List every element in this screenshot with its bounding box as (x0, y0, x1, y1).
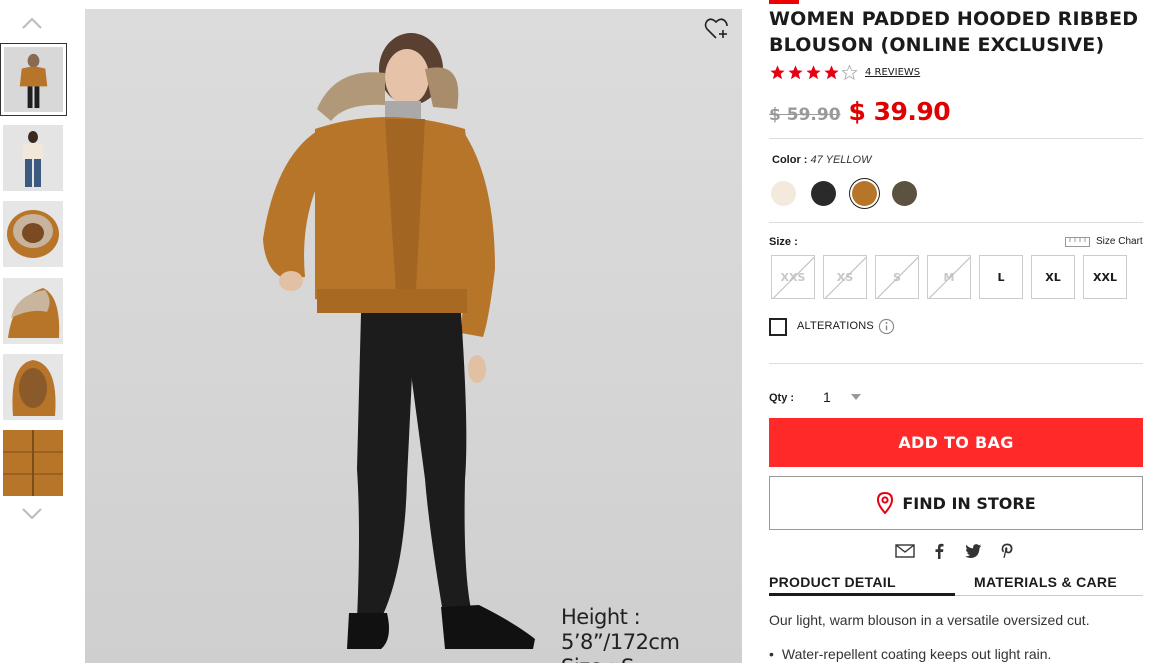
original-price: $ 59.90 (769, 105, 841, 125)
thumbnail-6[interactable] (3, 430, 63, 496)
product-tabs: PRODUCT DETAIL MATERIALS & CARE (769, 574, 1143, 596)
chevron-down-icon[interactable] (20, 503, 44, 523)
model-size-caption: Height : 5’8”/172cm Size : S (561, 605, 742, 663)
sale-tag-strip (769, 0, 799, 4)
model-height-text: Height : 5’8”/172cm (561, 605, 680, 654)
price-row: $ 59.90 $ 39.90 (769, 97, 951, 126)
product-main-image: Height : 5’8”/172cm Size : S (85, 9, 742, 663)
product-rating: 4 REVIEWS (769, 64, 920, 81)
add-to-bag-button[interactable]: ADD TO BAG (769, 418, 1143, 467)
divider (769, 138, 1143, 139)
email-share-icon[interactable] (894, 541, 916, 561)
star-filled-icon (806, 65, 821, 80)
pinterest-share-icon[interactable] (996, 541, 1018, 561)
size-chart-link[interactable]: Size Chart (1065, 236, 1143, 247)
twitter-share-icon[interactable] (962, 541, 984, 561)
chevron-up-icon[interactable] (20, 14, 44, 34)
thumbnail-1[interactable] (0, 43, 67, 116)
caret-down-icon (851, 394, 861, 400)
size-option-s[interactable]: S (875, 255, 919, 299)
find-in-store-label: FIND IN STORE (902, 493, 1036, 513)
divider (769, 222, 1143, 223)
color-swatch-cream[interactable] (771, 181, 796, 206)
size-option-xs[interactable]: XS (823, 255, 867, 299)
info-icon[interactable] (878, 318, 895, 335)
alterations-checkbox[interactable] (769, 318, 787, 336)
color-swatch-black[interactable] (811, 181, 836, 206)
selected-color-name: 47 YELLOW (810, 154, 872, 166)
ruler-icon (1065, 236, 1090, 247)
star-filled-icon (788, 65, 803, 80)
wishlist-heart-icon[interactable] (704, 17, 730, 41)
alterations-label: ALTERATIONS (797, 320, 874, 332)
tab-materials-care[interactable]: MATERIALS & CARE (974, 574, 1117, 593)
thumbnail-4[interactable] (3, 278, 63, 344)
quantity-value: 1 (823, 389, 831, 405)
thumbnail-3[interactable] (3, 201, 63, 267)
sale-price: $ 39.90 (848, 97, 951, 126)
facebook-share-icon[interactable] (928, 541, 950, 561)
size-chart-label: Size Chart (1096, 236, 1143, 247)
color-swatch-yellow[interactable] (852, 181, 877, 206)
model-illustration (263, 33, 535, 649)
product-title: WOMEN PADDED HOODED RIBBED BLOUSON (ONLI… (769, 8, 1139, 56)
size-option-xxl[interactable]: XXL (1083, 255, 1127, 299)
thumbnail-5[interactable] (3, 354, 63, 420)
color-label: Color : 47 YELLOW (772, 154, 871, 166)
tab-product-detail[interactable]: PRODUCT DETAIL (769, 574, 955, 596)
product-feature-bullet: Water-repellent coating keeps out light … (769, 646, 1052, 662)
size-option-l[interactable]: L (979, 255, 1023, 299)
size-option-xxs[interactable]: XXS (771, 255, 815, 299)
quantity-select[interactable]: 1 (815, 385, 865, 409)
star-filled-icon (770, 65, 785, 80)
size-option-m[interactable]: M (927, 255, 971, 299)
size-label: Size : (769, 236, 798, 248)
color-label-text: Color : (772, 154, 808, 166)
star-empty-icon (841, 64, 858, 81)
product-description: Our light, warm blouson in a versatile o… (769, 612, 1090, 628)
quantity-label: Qty : (769, 392, 795, 404)
color-swatch-olive[interactable] (892, 181, 917, 206)
star-filled-icon (824, 65, 839, 80)
find-in-store-button[interactable]: FIND IN STORE (769, 476, 1143, 530)
thumbnail-2[interactable] (3, 125, 63, 191)
map-pin-icon (877, 492, 894, 514)
reviews-link[interactable]: 4 REVIEWS (865, 67, 920, 78)
model-size-text: Size : S (561, 655, 742, 663)
size-option-xl[interactable]: XL (1031, 255, 1075, 299)
divider (769, 363, 1143, 364)
share-row (894, 541, 1030, 561)
thumbnail-rail (0, 0, 70, 663)
